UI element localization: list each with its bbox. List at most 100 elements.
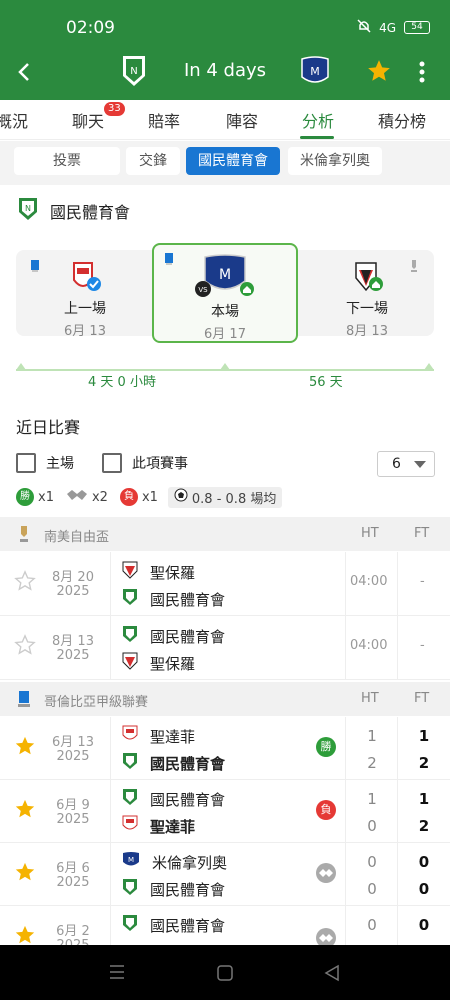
- league-logo-icon: [16, 690, 32, 708]
- star-filled-icon[interactable]: [14, 798, 36, 820]
- status-time: 02:09: [66, 18, 115, 38]
- kickoff-time: 04:00: [350, 574, 388, 589]
- star-filled-icon[interactable]: [14, 861, 36, 883]
- away-team-logo: M: [300, 55, 330, 87]
- recent-matches-title: 近日比賽: [16, 418, 81, 437]
- league-name: 南美自由盃: [44, 530, 110, 545]
- tab-standings[interactable]: 積分榜: [378, 108, 426, 132]
- dropdown-arrow-icon: [414, 461, 426, 468]
- divider: [345, 616, 346, 679]
- match-row[interactable]: 6月 13 2025 聖達菲 國民體育會 勝 1 2 1 2: [0, 717, 450, 780]
- current-match-card[interactable]: M VS 本場 6月 17: [152, 243, 298, 343]
- next-match-card[interactable]: 下一場 8月 13: [312, 258, 422, 339]
- checkbox-box[interactable]: [102, 453, 122, 473]
- prev-match-card[interactable]: 上一場 6月 13: [30, 258, 140, 339]
- subtab-away-team[interactable]: 米倫拿列奧: [288, 147, 382, 175]
- active-tab-indicator: [300, 136, 334, 139]
- ht-home-score: 0: [367, 916, 377, 934]
- divider: [345, 552, 346, 615]
- match-date: 6月 2: [56, 924, 90, 939]
- next-match-date: 8月 13: [346, 324, 388, 339]
- app-header: 02:09 4G 54 N In 4 days M: [0, 0, 450, 100]
- divider: [110, 780, 111, 842]
- sao-paulo-crest-icon: [122, 652, 138, 674]
- ft-home-score: 0: [418, 916, 430, 934]
- away-team-name: 國民體育會: [150, 754, 226, 773]
- checkbox-box[interactable]: [16, 453, 36, 473]
- tab-analysis[interactable]: 分析: [302, 108, 334, 132]
- ft-away-score: 0: [418, 880, 430, 898]
- home-only-checkbox[interactable]: 主場: [16, 453, 74, 473]
- ht-header: HT: [361, 526, 379, 541]
- away-team-name: 國民體育會: [150, 880, 226, 899]
- divider: [345, 843, 346, 905]
- home-team-name: 國民體育會: [150, 627, 226, 646]
- divider: [110, 717, 111, 779]
- main-tabs: 概況 聊天 33 賠率 陣容 分析 積分榜: [0, 100, 450, 140]
- ft-home-score: 1: [418, 790, 430, 808]
- ht-home-score: 1: [367, 727, 377, 745]
- divider: [110, 552, 111, 615]
- star-filled-icon[interactable]: [14, 735, 36, 757]
- handshake-icon: [66, 488, 88, 506]
- same-competition-checkbox[interactable]: 此項賽事: [102, 453, 188, 473]
- away-team: 聖保羅: [122, 652, 195, 674]
- analysis-subtabs: 投票 交鋒 國民體育會 米倫拿列奧: [0, 141, 450, 185]
- away-team: 國民體育會: [122, 878, 225, 900]
- nacional-crest-icon: [122, 914, 138, 936]
- star-outline-icon[interactable]: [14, 570, 36, 592]
- away-team: 國民體育會: [122, 588, 225, 610]
- league-header: 哥倫比亞甲級聯賽 HT FT: [0, 682, 450, 716]
- draw-handshake-icon: [316, 863, 336, 883]
- match-count-select[interactable]: 6: [377, 451, 435, 477]
- prev-match-date: 6月 13: [64, 324, 106, 339]
- back-nav-icon[interactable]: [323, 964, 341, 986]
- match-date: 6月 13: [52, 735, 94, 750]
- system-nav-bar: [0, 945, 450, 1000]
- ft-away-score: 2: [418, 754, 430, 772]
- cup-icon: [408, 258, 420, 277]
- ht-header: HT: [361, 691, 379, 706]
- tab-overview[interactable]: 概況: [0, 108, 28, 132]
- match-row[interactable]: 8月 20 2025 聖保羅 國民體育會 04:00 -: [0, 552, 450, 616]
- divider: [397, 616, 398, 679]
- ht-home-score: 0: [367, 853, 377, 871]
- tab-odds[interactable]: 賠率: [148, 108, 180, 132]
- team-name: 國民體育會: [50, 203, 131, 222]
- tab-lineup[interactable]: 陣容: [226, 108, 258, 132]
- league-icon: [164, 251, 174, 270]
- more-menu-icon[interactable]: [414, 60, 430, 86]
- away-team-name: 聖達菲: [150, 817, 196, 836]
- signal-label: 4G: [379, 20, 396, 35]
- millonarios-logo: M VS: [195, 253, 255, 299]
- subtab-h2h[interactable]: 交鋒: [126, 147, 180, 175]
- subtab-vote[interactable]: 投票: [14, 147, 120, 175]
- divider: [345, 717, 346, 779]
- match-date: 8月 20: [52, 570, 94, 585]
- tab-chat[interactable]: 聊天: [72, 108, 104, 132]
- match-row[interactable]: 6月 6 2025 M 米倫拿列奧 國民體育會 0 0 0 0: [0, 843, 450, 906]
- home-team: 國民體育會: [122, 625, 225, 647]
- home-icon[interactable]: [216, 964, 234, 986]
- star-outline-icon[interactable]: [14, 634, 36, 656]
- favorite-star-icon[interactable]: [366, 58, 392, 84]
- result-badge: 負: [316, 800, 336, 820]
- ft-home-score: 0: [418, 853, 430, 871]
- days-until-next: 56 天: [309, 375, 343, 390]
- home-team: 聖保羅: [122, 561, 195, 583]
- nacional-crest-icon: [122, 878, 138, 900]
- current-match-label: 本場: [211, 304, 239, 320]
- draw-count: x2: [91, 489, 108, 505]
- divider: [110, 843, 111, 905]
- match-date: 6月 9: [56, 798, 90, 813]
- match-date: 8月 13: [52, 634, 94, 649]
- away-team: 聖達菲: [122, 815, 195, 837]
- recents-icon[interactable]: [108, 964, 126, 984]
- subtab-home-team[interactable]: 國民體育會: [186, 147, 280, 175]
- match-row[interactable]: 8月 13 2025 國民體育會 聖保羅 04:00 -: [0, 616, 450, 680]
- match-row[interactable]: 6月 9 2025 國民體育會 聖達菲 負 1 0 1 2: [0, 780, 450, 843]
- home-team-name: 國民體育會: [150, 790, 226, 809]
- star-filled-icon[interactable]: [14, 924, 36, 946]
- home-team: 國民體育會: [122, 788, 225, 810]
- ht-away-score: 2: [367, 754, 377, 772]
